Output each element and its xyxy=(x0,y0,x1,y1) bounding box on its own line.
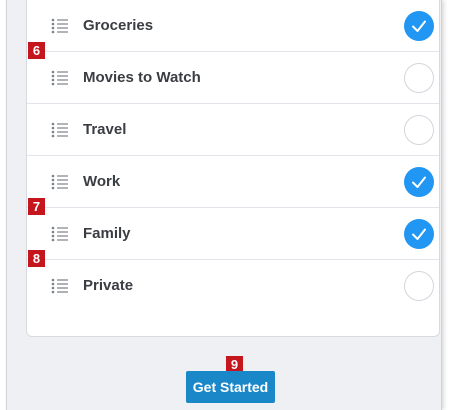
checkmark-icon[interactable] xyxy=(404,11,434,41)
get-started-button[interactable]: Get Started xyxy=(186,371,275,403)
list-item-work[interactable]: Work xyxy=(27,156,439,208)
footer: 9 Get Started xyxy=(6,337,442,410)
list-item-private[interactable]: Private xyxy=(27,260,439,312)
checkbox-empty-icon[interactable] xyxy=(404,63,434,93)
list-item-label: Work xyxy=(83,173,121,190)
list-selection-panel: Groceries Movies to Watch Travel Work Fa… xyxy=(26,0,440,337)
list-icon xyxy=(51,70,69,86)
list-item-label: Groceries xyxy=(83,17,154,34)
list-icon xyxy=(51,18,69,34)
list-item-label: Movies to Watch xyxy=(83,69,201,86)
list-icon xyxy=(51,226,69,242)
list-item-movies-to-watch[interactable]: Movies to Watch xyxy=(27,52,439,104)
list-item-travel[interactable]: Travel xyxy=(27,104,439,156)
checkmark-icon[interactable] xyxy=(404,219,434,249)
checkbox-empty-icon[interactable] xyxy=(404,115,434,145)
list-item-label: Family xyxy=(83,225,131,242)
list-icon xyxy=(51,174,69,190)
list-item-label: Travel xyxy=(83,121,127,138)
list-icon xyxy=(51,278,69,294)
callout-8: 8 xyxy=(28,250,45,267)
callout-7: 7 xyxy=(28,198,45,215)
list-item-label: Private xyxy=(83,277,134,294)
callout-6: 6 xyxy=(28,42,45,59)
list-item-family[interactable]: Family xyxy=(27,208,439,260)
checkbox-empty-icon[interactable] xyxy=(404,271,434,301)
list-item-groceries[interactable]: Groceries xyxy=(27,0,439,52)
checkmark-icon[interactable] xyxy=(404,167,434,197)
list-icon xyxy=(51,122,69,138)
